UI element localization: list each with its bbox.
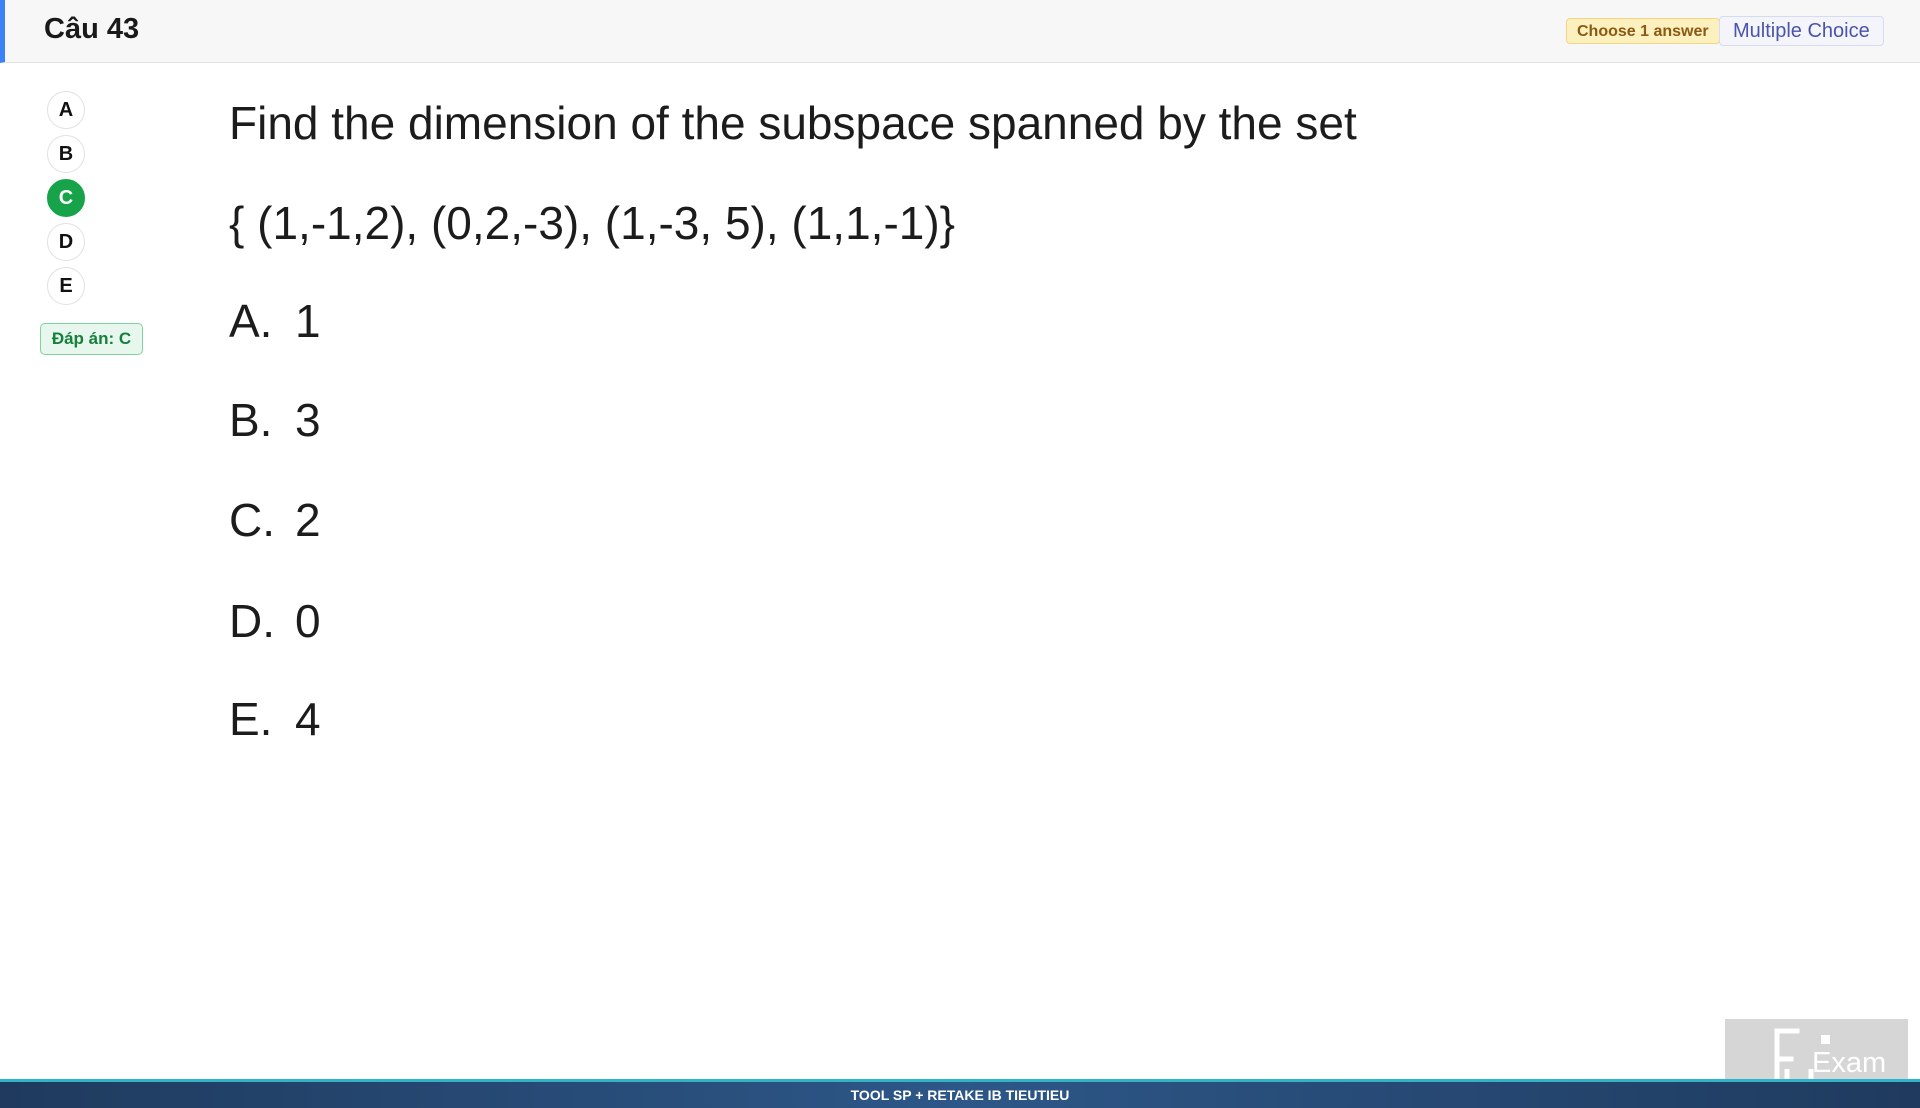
question-number: Câu 43 bbox=[44, 13, 140, 45]
choice-a: A. 1 bbox=[229, 294, 321, 348]
choose-answer-badge: Choose 1 answer bbox=[1566, 18, 1720, 44]
choice-value: 3 bbox=[295, 394, 321, 446]
page: Câu 43 Choose 1 answer Multiple Choice A… bbox=[0, 0, 1920, 1108]
choice-letter: E. bbox=[229, 693, 273, 745]
option-button-c[interactable]: C bbox=[47, 179, 85, 217]
choice-letter: A. bbox=[229, 295, 273, 347]
choice-value: 4 bbox=[295, 693, 321, 745]
question-header: Câu 43 Choose 1 answer Multiple Choice bbox=[0, 0, 1920, 63]
choice-c: C. 2 bbox=[229, 493, 321, 547]
option-button-e[interactable]: E bbox=[47, 267, 85, 305]
choice-b: B. 3 bbox=[229, 393, 321, 447]
choice-value: 1 bbox=[295, 295, 321, 347]
choice-letter: C. bbox=[229, 494, 275, 546]
choice-e: E. 4 bbox=[229, 692, 321, 746]
choice-letter: D. bbox=[229, 595, 275, 647]
option-button-d[interactable]: D bbox=[47, 223, 85, 261]
option-button-b[interactable]: B bbox=[47, 135, 85, 173]
question-text: Find the dimension of the subspace spann… bbox=[229, 97, 1357, 149]
question-vector-set: { (1,-1,2), (0,2,-3), (1,-3, 5), (1,1,-1… bbox=[229, 197, 956, 249]
svg-text:Exam: Exam bbox=[1812, 1047, 1886, 1079]
question-type-badge: Multiple Choice bbox=[1719, 16, 1884, 46]
option-button-a[interactable]: A bbox=[47, 91, 85, 129]
choice-d: D. 0 bbox=[229, 594, 321, 648]
footer-banner: TOOL SP + RETAKE IB TIEUTIEU bbox=[0, 1079, 1920, 1108]
answer-key-badge: Đáp án: C bbox=[40, 323, 143, 355]
choice-letter: B. bbox=[229, 394, 273, 446]
choice-value: 0 bbox=[295, 595, 321, 647]
choice-value: 2 bbox=[295, 494, 321, 546]
